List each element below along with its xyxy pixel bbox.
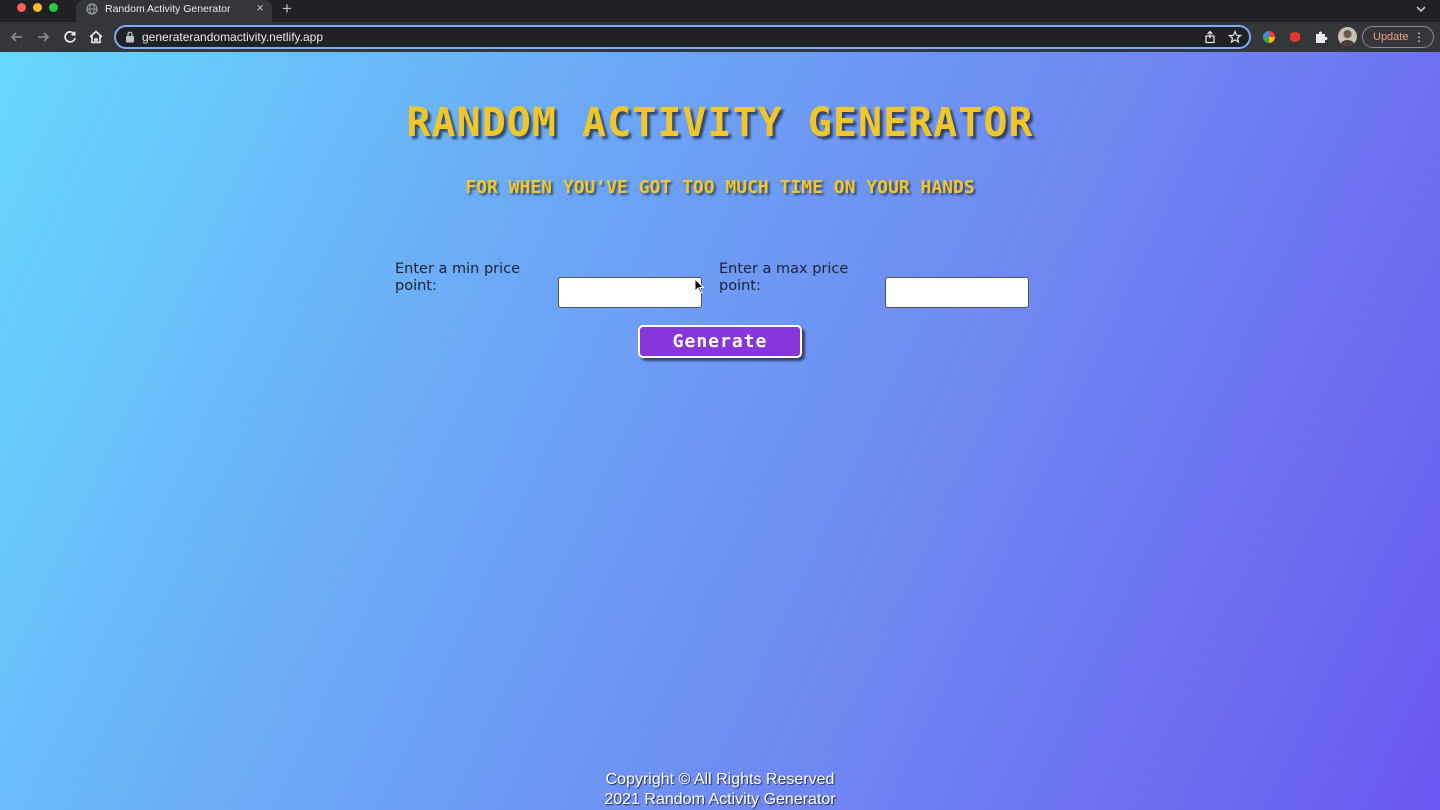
forward-arrow-icon[interactable]	[34, 28, 52, 46]
puzzle-icon[interactable]	[1314, 30, 1328, 44]
max-price-input[interactable]	[885, 277, 1029, 308]
footer: Copyright © All Rights Reserved 2021 Ran…	[0, 770, 1440, 810]
page-title: RANDOM ACTIVITY GENERATOR	[406, 100, 1034, 146]
tab-title: Random Activity Generator	[105, 3, 231, 15]
home-icon[interactable]	[87, 28, 105, 46]
browser-titlebar: Random Activity Generator × +	[0, 0, 1440, 22]
window-maximize-dot[interactable]	[49, 3, 58, 12]
update-button[interactable]: Update ⋮	[1362, 26, 1434, 48]
star-icon[interactable]	[1228, 30, 1242, 44]
footer-year-name: 2021 Random Activity Generator	[604, 791, 836, 808]
browser-tab[interactable]: Random Activity Generator ×	[76, 0, 272, 22]
reload-icon[interactable]	[61, 28, 79, 46]
page-subtitle: FOR WHEN YOU'VE GOT TOO MUCH TIME ON YOU…	[465, 177, 975, 198]
profile-avatar[interactable]	[1338, 27, 1357, 46]
chevron-down-icon[interactable]	[1414, 2, 1428, 16]
min-price-label: Enter a min price point:	[395, 261, 521, 294]
footer-copyright: Copyright © All Rights Reserved	[605, 771, 835, 788]
back-arrow-icon[interactable]	[8, 28, 26, 46]
window-close-dot[interactable]	[17, 3, 26, 12]
menu-dots-icon[interactable]: ⋮	[1413, 27, 1425, 47]
address-bar[interactable]: generaterandomactivity.netlify.app	[114, 25, 1251, 49]
browser-toolbar: generaterandomactivity.netlify.app Updat…	[0, 22, 1440, 52]
color-wheel-extension-icon[interactable]	[1262, 30, 1276, 44]
min-price-input[interactable]	[558, 277, 702, 308]
max-price-label: Enter a max price point:	[719, 261, 849, 294]
page-content: RANDOM ACTIVITY GENERATOR FOR WHEN YOU'V…	[0, 52, 1440, 810]
lock-icon[interactable]	[125, 31, 135, 43]
window-minimize-dot[interactable]	[33, 3, 42, 12]
update-label: Update	[1373, 31, 1409, 43]
new-tab-button[interactable]: +	[282, 0, 292, 19]
red-extension-icon[interactable]	[1288, 30, 1302, 44]
url-text[interactable]: generaterandomactivity.netlify.app	[142, 30, 323, 44]
avatar-image-icon	[1340, 30, 1355, 46]
share-icon[interactable]	[1203, 30, 1217, 44]
mouse-cursor-icon	[694, 278, 704, 294]
tab-close-icon[interactable]: ×	[256, 1, 264, 15]
globe-icon	[86, 3, 98, 15]
generate-button[interactable]: Generate	[638, 325, 802, 358]
